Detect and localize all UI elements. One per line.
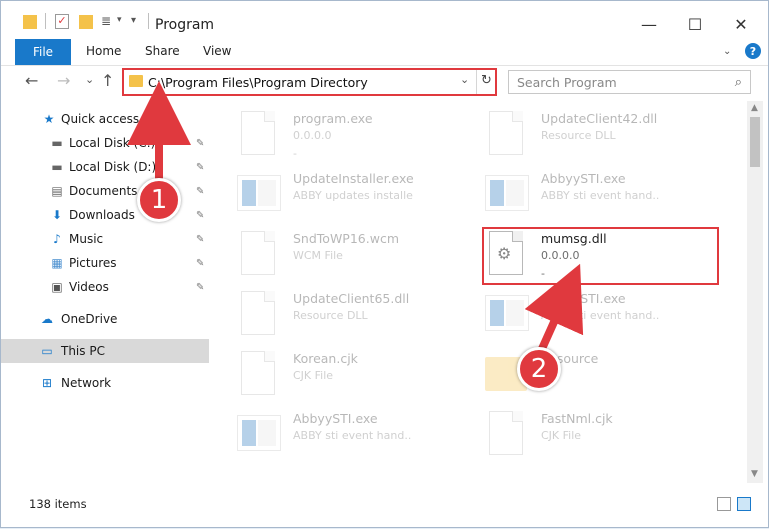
details-view-icon[interactable] [717, 497, 731, 511]
large-icons-view-icon[interactable] [737, 497, 751, 511]
step-marker-1: 1 [137, 178, 181, 222]
explorer-window: ✓ ≣ ▾ ▾ Program — ☐ ✕ File Home Share Vi… [0, 0, 769, 528]
arrow-2 [524, 263, 584, 353]
vertical-scrollbar[interactable]: ▲ ▼ [747, 101, 763, 483]
item-count: 138 items [29, 497, 87, 511]
scroll-up-icon[interactable]: ▲ [751, 103, 758, 113]
status-bar: 138 items [1, 491, 768, 519]
annotation-arrows [127, 81, 584, 353]
scroll-thumb[interactable] [750, 117, 760, 167]
step-marker-2: 2 [517, 347, 561, 391]
scroll-down-icon[interactable]: ▼ [751, 469, 758, 479]
